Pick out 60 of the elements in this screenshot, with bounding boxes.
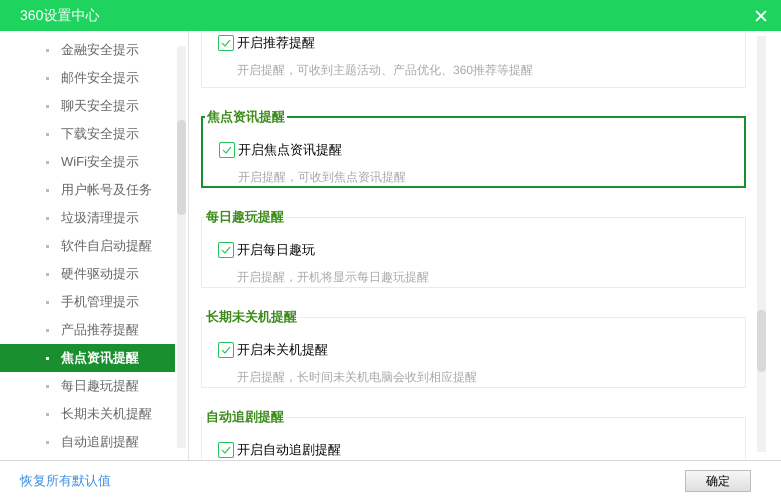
bullet-icon [46,132,49,136]
sidebar-item[interactable]: 用户帐号及任务 [0,176,175,204]
bullet-icon [46,188,49,192]
sidebar-item[interactable]: 每日趣玩提醒 [0,372,175,400]
scrollbar-thumb[interactable] [757,310,766,372]
scrollbar-thumb[interactable] [177,120,186,215]
bullet-icon [46,216,49,220]
sidebar-item[interactable]: 手机管理提示 [0,288,175,316]
checkbox[interactable] [218,242,234,258]
window-title: 360设置中心 [20,6,100,25]
group-title: 长期未关机提醒 [205,310,298,324]
checkmark-icon [222,146,232,154]
checkbox[interactable] [218,34,234,51]
bullet-icon [46,328,49,332]
bullet-icon [46,272,49,276]
option-description: 开启提醒，可收到焦点资讯提醒 [238,168,407,186]
ok-button[interactable]: 确定 [685,470,751,492]
checkbox[interactable] [219,142,235,158]
bullet-icon [46,48,49,52]
checkmark-icon [221,38,231,47]
checkbox-option[interactable]: 开启焦点资讯提醒 [219,140,728,160]
close-button[interactable] [753,8,769,24]
checkbox-option[interactable]: 开启每日趣玩 [218,240,729,260]
bullet-icon [46,104,49,108]
bullet-icon [46,76,49,80]
sidebar-item[interactable]: 自动追剧提醒 [0,428,175,456]
option-description: 开启提醒，开机将显示每日趣玩提醒 [237,268,430,286]
bullet-icon [46,356,49,360]
group-title: 焦点资讯提醒 [206,110,286,124]
checkmark-icon [221,446,231,454]
sidebar-item[interactable]: 聊天安全提示 [0,92,175,120]
bullet-icon [46,384,49,388]
close-icon [755,10,767,22]
group-title: 每日趣玩提醒 [205,210,285,224]
option-description: 开启提醒，长时间未关机电脑会收到相应提醒 [237,368,478,386]
sidebar-item[interactable]: 下载安全提示 [0,120,175,148]
checkmark-icon [221,246,231,254]
bullet-icon [46,300,49,304]
sidebar-item[interactable]: 垃圾清理提示 [0,204,175,232]
checkbox-option[interactable]: 开启自动追剧提醒 [218,440,729,460]
restore-defaults-link[interactable]: 恢复所有默认值 [20,471,111,491]
bullet-icon [46,160,49,164]
checkbox-option[interactable]: 开启推荐提醒 [218,33,729,52]
checkmark-icon [221,346,231,354]
checkbox[interactable] [218,442,234,458]
sidebar-item[interactable]: WiFi安全提示 [0,148,175,176]
sidebar-item[interactable]: 软件自启动提醒 [0,232,175,260]
sidebar-item[interactable]: 长期未关机提醒 [0,400,175,428]
checkbox-option[interactable]: 开启未关机提醒 [218,340,729,360]
sidebar-item[interactable]: 金融安全提示 [0,36,175,64]
checkbox[interactable] [218,342,234,358]
sidebar-item[interactable]: 焦点资讯提醒 [0,344,175,372]
bullet-icon [46,440,49,444]
bullet-icon [46,244,49,248]
sidebar-item[interactable]: 邮件安全提示 [0,64,175,92]
option-description: 开启提醒，可收到主题活动、产品优化、360推荐等提醒 [237,62,534,78]
group-title: 自动追剧提醒 [205,410,285,424]
sidebar-item[interactable]: 产品推荐提醒 [0,316,175,344]
bullet-icon [46,412,49,416]
sidebar-item[interactable]: 硬件驱动提示 [0,260,175,288]
